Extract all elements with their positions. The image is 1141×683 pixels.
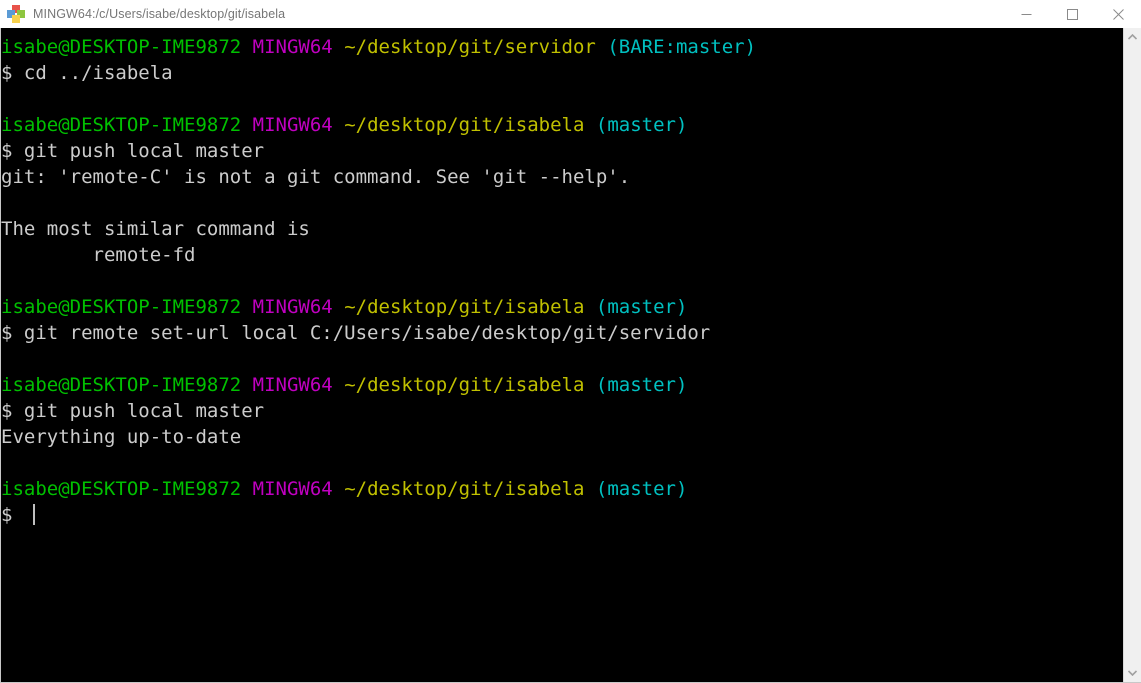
command-text: git push local master <box>23 400 265 422</box>
prompt-user-host: isabe@DESKTOP-IME9872 <box>1 478 242 500</box>
prompt-branch: (master) <box>595 114 688 136</box>
scrollbar-track[interactable] <box>1124 46 1141 664</box>
prompt-symbol: $ <box>1 504 24 526</box>
terminal-output-line: Everything up-to-date <box>1 424 1123 450</box>
window-controls <box>1003 0 1141 28</box>
prompt-shell: MINGW64 <box>252 374 333 396</box>
prompt-path: ~/desktop/git/isabela <box>344 374 585 396</box>
mingw-diamond-icon <box>7 4 25 23</box>
text-cursor <box>32 504 35 525</box>
terminal-command-line: $ git push local master <box>1 398 1123 424</box>
terminal-command-line: $ cd ../isabela <box>1 60 1123 86</box>
output-text: Everything up-to-date <box>1 426 242 448</box>
close-button[interactable] <box>1095 0 1141 28</box>
prompt-symbol: $ <box>1 400 24 422</box>
prompt-symbol: $ <box>1 140 24 162</box>
command-text: git push local master <box>23 140 265 162</box>
prompt-branch: (master) <box>595 478 688 500</box>
prompt-symbol: $ <box>1 322 24 344</box>
scroll-up-button[interactable] <box>1124 28 1141 46</box>
chevron-up-icon <box>1128 34 1137 40</box>
prompt-path: ~/desktop/git/isabela <box>344 478 585 500</box>
output-text: The most similar command is <box>1 218 310 240</box>
scrollbar-thumb[interactable] <box>1124 46 1141 664</box>
prompt-shell: MINGW64 <box>252 114 333 136</box>
close-icon <box>1112 8 1124 20</box>
terminal-prompt-line: isabe@DESKTOP-IME9872 MINGW64 ~/desktop/… <box>1 476 1123 502</box>
prompt-path: ~/desktop/git/isabela <box>344 296 585 318</box>
terminal-input-line: $ <box>1 502 1123 528</box>
prompt-user-host: isabe@DESKTOP-IME9872 <box>1 114 242 136</box>
prompt-path: ~/desktop/git/servidor <box>344 36 596 58</box>
prompt-path: ~/desktop/git/isabela <box>344 114 585 136</box>
terminal-prompt-line: isabe@DESKTOP-IME9872 MINGW64 ~/desktop/… <box>1 372 1123 398</box>
output-text: git: 'remote-C' is not a git command. Se… <box>1 166 631 188</box>
prompt-branch: (master) <box>595 296 688 318</box>
output-text: remote-fd <box>1 244 196 266</box>
prompt-user-host: isabe@DESKTOP-IME9872 <box>1 296 242 318</box>
prompt-symbol: $ <box>1 62 24 84</box>
terminal-prompt-line: isabe@DESKTOP-IME9872 MINGW64 ~/desktop/… <box>1 294 1123 320</box>
chevron-down-icon <box>1128 670 1137 676</box>
window-title: MINGW64:/c/Users/isabe/desktop/git/isabe… <box>33 6 286 21</box>
terminal-output-line: remote-fd <box>1 242 1123 268</box>
terminal-window: MINGW64:/c/Users/isabe/desktop/git/isabe… <box>0 0 1141 683</box>
prompt-shell: MINGW64 <box>252 36 333 58</box>
prompt-user-host: isabe@DESKTOP-IME9872 <box>1 36 242 58</box>
terminal-body: isabe@DESKTOP-IME9872 MINGW64 ~/desktop/… <box>0 28 1141 683</box>
maximize-icon <box>1066 8 1078 20</box>
minimize-icon <box>1021 13 1031 15</box>
prompt-branch: (master) <box>595 374 688 396</box>
terminal-output-line: The most similar command is <box>1 216 1123 242</box>
prompt-shell: MINGW64 <box>252 296 333 318</box>
prompt-user-host: isabe@DESKTOP-IME9872 <box>1 374 242 396</box>
terminal-viewport[interactable]: isabe@DESKTOP-IME9872 MINGW64 ~/desktop/… <box>1 28 1123 682</box>
title-bar: MINGW64:/c/Users/isabe/desktop/git/isabe… <box>0 0 1141 28</box>
maximize-button[interactable] <box>1049 0 1095 28</box>
minimize-button[interactable] <box>1003 0 1049 28</box>
terminal-prompt-line: isabe@DESKTOP-IME9872 MINGW64 ~/desktop/… <box>1 34 1123 60</box>
prompt-branch: (BARE:master) <box>607 36 757 58</box>
command-text: cd ../isabela <box>23 62 173 84</box>
prompt-shell: MINGW64 <box>252 478 333 500</box>
command-text: git remote set-url local C:/Users/isabe/… <box>23 322 711 344</box>
terminal-command-line: $ git push local master <box>1 138 1123 164</box>
terminal-output-line: git: 'remote-C' is not a git command. Se… <box>1 164 1123 190</box>
terminal-screen: isabe@DESKTOP-IME9872 MINGW64 ~/desktop/… <box>1 34 1123 528</box>
scroll-down-button[interactable] <box>1124 664 1141 682</box>
vertical-scrollbar[interactable] <box>1123 28 1141 682</box>
terminal-prompt-line: isabe@DESKTOP-IME9872 MINGW64 ~/desktop/… <box>1 112 1123 138</box>
terminal-command-line: $ git remote set-url local C:/Users/isab… <box>1 320 1123 346</box>
